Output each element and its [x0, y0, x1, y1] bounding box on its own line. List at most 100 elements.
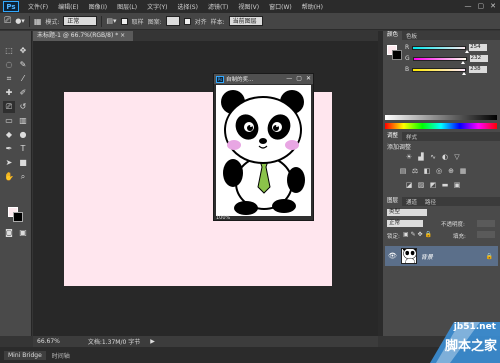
channel-g-slider[interactable]: [412, 56, 467, 64]
levels-icon[interactable]: ▟: [417, 153, 425, 161]
minimize-icon[interactable]: —: [286, 75, 292, 82]
menu-image[interactable]: 图像(I): [84, 2, 112, 11]
path-select-tool-icon[interactable]: ➤: [3, 157, 15, 169]
menu-edit[interactable]: 编辑(E): [53, 2, 83, 11]
quick-select-tool-icon[interactable]: ✎: [17, 59, 29, 71]
history-brush-tool-icon[interactable]: ↺: [17, 101, 29, 113]
lock-icons[interactable]: ▣ ✎ ✥ 🔒: [403, 231, 432, 238]
menu-help[interactable]: 帮助(H): [297, 2, 328, 11]
menu-filter[interactable]: 滤镜(T): [203, 2, 233, 11]
menu-file[interactable]: 文件(F): [23, 2, 53, 11]
layer-row-background[interactable]: 👁 背景 🔒: [385, 246, 498, 266]
threshold-icon[interactable]: ◩: [429, 181, 437, 189]
zoom-level[interactable]: 66.67%: [37, 338, 60, 345]
channel-g-value[interactable]: 232: [469, 55, 488, 62]
brush-panel-icon[interactable]: ▦: [34, 17, 42, 26]
menu-select[interactable]: 选择(S): [172, 2, 203, 11]
vibrance-icon[interactable]: ▽: [453, 153, 461, 161]
black-white-icon[interactable]: ◧: [423, 167, 431, 175]
hue-saturation-icon[interactable]: ▤: [399, 167, 407, 175]
brush-tool-icon[interactable]: ✐: [17, 87, 29, 99]
type-tool-icon[interactable]: T: [17, 143, 29, 155]
brightness-contrast-icon[interactable]: ☀: [405, 153, 413, 161]
screen-mode-icon[interactable]: ▣: [17, 227, 29, 239]
menu-layer[interactable]: 图层(L): [112, 2, 142, 11]
brush-size-icon[interactable]: ●▾: [15, 17, 25, 25]
maximize-icon[interactable]: ▢: [478, 2, 485, 10]
tab-paths[interactable]: 路径: [421, 198, 440, 206]
quick-mask-icon[interactable]: ◙: [3, 227, 15, 239]
hand-tool-icon[interactable]: ✋: [3, 171, 15, 183]
blend-mode-select[interactable]: 正常: [387, 220, 423, 227]
shape-tool-icon[interactable]: ■: [17, 157, 29, 169]
posterize-icon[interactable]: ▨: [417, 181, 425, 189]
background-color-swatch[interactable]: [13, 212, 23, 222]
eyedropper-tool-icon[interactable]: ⁄: [17, 73, 29, 85]
eye-icon[interactable]: 👁: [388, 252, 397, 260]
fill-field[interactable]: [477, 231, 495, 238]
dodge-tool-icon[interactable]: ●: [17, 129, 29, 141]
marquee-tool-icon[interactable]: ⬚: [3, 45, 15, 57]
color-lookup-icon[interactable]: ▦: [459, 167, 467, 175]
mode-select[interactable]: 正常: [63, 16, 98, 26]
clone-stamp-tool-icon[interactable]: ⎚: [3, 101, 15, 113]
crop-tool-icon[interactable]: ⌗: [3, 73, 15, 85]
color-ramp-area[interactable]: [385, 79, 497, 112]
tab-timeline[interactable]: 时间轴: [52, 351, 70, 360]
close-icon[interactable]: ✕: [306, 75, 311, 82]
tab-adjustments[interactable]: 调整: [383, 132, 403, 141]
layer-kind-filter[interactable]: 类型: [387, 209, 427, 216]
menu-window[interactable]: 窗口(W): [264, 2, 297, 11]
minimize-icon[interactable]: —: [465, 2, 472, 10]
pattern-icon[interactable]: ▤▾: [106, 17, 116, 25]
channel-b-slider[interactable]: [412, 67, 467, 75]
channel-b-value[interactable]: 238: [469, 66, 488, 73]
tab-styles[interactable]: 样式: [402, 133, 421, 141]
clone-stamp-tool-icon[interactable]: ⎚: [4, 16, 11, 26]
menu-view[interactable]: 视图(V): [233, 2, 264, 11]
photo-filter-icon[interactable]: ◎: [435, 167, 443, 175]
channel-mixer-icon[interactable]: ⊕: [447, 167, 455, 175]
curves-icon[interactable]: ∿: [429, 153, 437, 161]
layer-name[interactable]: 背景: [421, 252, 433, 261]
opacity-field[interactable]: [477, 220, 495, 227]
lasso-tool-icon[interactable]: ◌: [3, 59, 15, 71]
maximize-icon[interactable]: ▢: [296, 75, 302, 82]
eraser-tool-icon[interactable]: ▭: [3, 115, 15, 127]
sample-checkbox[interactable]: [120, 17, 128, 25]
zoom-tool-icon[interactable]: ⌕: [17, 171, 29, 183]
pattern-select[interactable]: [165, 16, 180, 26]
color-balance-icon[interactable]: ⚖: [411, 167, 419, 175]
tab-channels[interactable]: 通道: [402, 198, 421, 206]
channel-r-row: R 254: [405, 44, 500, 53]
document-tab[interactable]: 未标题-1 @ 66.7%(RGB/8) * ×: [33, 31, 133, 41]
pen-tool-icon[interactable]: ✒: [3, 143, 15, 155]
channel-r-slider[interactable]: [412, 45, 469, 53]
floating-window-titlebar[interactable]: Ps 自制的奖... — ▢ ✕: [214, 74, 313, 84]
channel-r-thumb[interactable]: [464, 49, 469, 53]
color-spectrum-bar[interactable]: [385, 123, 497, 129]
blur-tool-icon[interactable]: ◆: [3, 129, 15, 141]
exposure-icon[interactable]: ◐: [441, 153, 449, 161]
menu-type[interactable]: 文字(Y): [142, 2, 172, 11]
close-icon[interactable]: ✕: [490, 2, 496, 10]
tab-swatches[interactable]: 色板: [402, 32, 421, 40]
invert-icon[interactable]: ◪: [405, 181, 413, 189]
sample-select[interactable]: 当前图层: [228, 16, 263, 26]
gradient-map-icon[interactable]: ▬: [441, 181, 449, 189]
floating-document-window[interactable]: Ps 自制的奖... — ▢ ✕ 100%: [213, 73, 314, 221]
status-arrow-icon[interactable]: ▶: [150, 338, 155, 345]
healing-brush-tool-icon[interactable]: ✚: [3, 87, 15, 99]
gradient-tool-icon[interactable]: ▥: [17, 115, 29, 127]
tab-layers[interactable]: 图层: [383, 197, 403, 206]
channel-b-thumb[interactable]: [461, 71, 466, 75]
move-tool-icon[interactable]: ✥: [17, 45, 29, 57]
align-checkbox[interactable]: [183, 17, 191, 25]
channel-r-value[interactable]: 254: [469, 44, 488, 51]
color-bg-swatch[interactable]: [392, 50, 402, 60]
tab-mini-bridge[interactable]: Mini Bridge: [4, 350, 46, 360]
selective-color-icon[interactable]: ▣: [453, 181, 461, 189]
gray-ramp[interactable]: [385, 115, 497, 120]
tab-color[interactable]: 颜色: [383, 31, 403, 40]
channel-g-thumb[interactable]: [460, 60, 465, 64]
